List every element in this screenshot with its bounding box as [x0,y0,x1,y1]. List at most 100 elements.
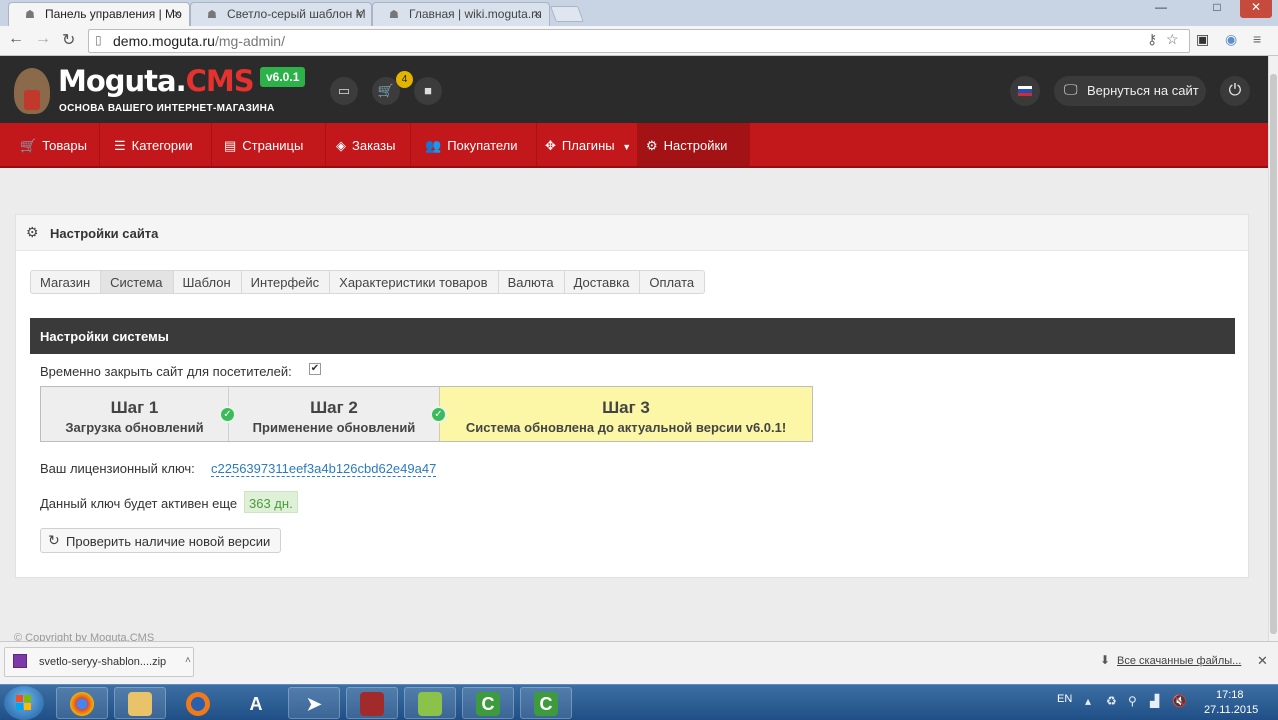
clock-time[interactable]: 17:18 [1216,689,1244,701]
tab-close-icon[interactable]: × [173,6,181,21]
nav-label: Категории [131,138,193,153]
browser-tab-template[interactable]: ☗ Светло-серый шаблон М × [190,2,372,26]
nav-label: Заказы [352,138,396,153]
nav-item-pages[interactable]: ▤ Страницы [212,123,326,166]
caret-down-icon: ▼ [622,142,632,152]
back-icon[interactable]: ← [8,30,24,48]
taskbar-firefox[interactable] [172,687,224,719]
tab-close-icon[interactable]: × [533,6,541,21]
close-window-icon[interactable]: ✕ [1240,0,1272,18]
admin-header: Moguta.CMS ОСНОВА ВАШЕГО ИНТЕРНЕТ-МАГАЗИ… [0,56,1268,123]
menu-icon[interactable]: ≡ [1253,31,1261,47]
tab-shop[interactable]: Магазин [31,271,102,293]
step-3: Шаг 3 Система обновлена до актуальной ве… [439,387,812,441]
return-to-site-button[interactable]: 🖵 Вернуться на сайт [1054,76,1206,106]
check-update-button[interactable]: ↻ Проверить наличие новой версии [40,528,282,553]
logout-power-icon[interactable]: ⏻ [1220,76,1250,106]
taskbar-font-app[interactable]: A [230,687,282,719]
tab-delivery[interactable]: Доставка [565,271,641,293]
nav-item-orders[interactable]: ◈ Заказы [326,123,411,166]
all-downloads-link[interactable]: Все скачанные файлы... [1117,655,1241,667]
network-icon[interactable]: ▟ [1150,694,1159,708]
gears-icon: ⚙ [646,138,658,153]
step-title: Шаг 3 [602,398,650,417]
taskbar-chrome[interactable] [56,687,108,719]
chat-icon[interactable]: ■ [414,77,442,105]
update-steps: Шаг 1 Загрузка обновлений ✓ Шаг 2 Примен… [40,386,813,442]
nav-item-customers[interactable]: 👥 Покупатели [411,123,537,166]
tab-template[interactable]: Шаблон [174,271,242,293]
address-toolbar: ← → ↻ ▯ demo.moguta.ru/mg-admin/ ⚷ ☆ ▣ ◉… [0,26,1278,56]
star-icon[interactable]: ☆ [1166,31,1179,48]
new-tab-button[interactable] [550,6,584,22]
url-path: /mg-admin/ [214,33,285,49]
folder-icon [128,692,152,716]
pointer-icon: ➤ [306,694,322,714]
downloads-bar: svetlo-seryy-shablon....zip ˄ ⬇ Все скач… [0,641,1278,684]
taskbar-camtasia-2[interactable]: C [520,687,572,719]
camtasia-icon: C [476,692,500,716]
download-item[interactable]: svetlo-seryy-shablon....zip ˄ [4,647,194,677]
firefox-icon [186,692,210,716]
taskbar-winrar[interactable] [346,687,398,719]
return-label: Вернуться на сайт [1087,83,1199,98]
chevron-up-icon[interactable]: ˄ [185,655,191,666]
tray-device-icon[interactable]: ⚲ [1128,694,1137,708]
chrome-icon [70,692,94,716]
download-arrow-icon: ⬇ [1100,653,1111,667]
tab-product-properties[interactable]: Характеристики товаров [330,271,499,293]
tray-arrow-icon[interactable]: ▴ [1085,694,1091,708]
language-indicator[interactable]: EN [1057,693,1072,705]
settings-panel: ⚙ Настройки сайта Магазин Система Шаблон… [15,214,1249,578]
key-icon[interactable]: ⚷ [1147,31,1157,48]
users-icon: 👥 [425,138,442,153]
nav-item-plugins[interactable]: ✥ Плагины ▼ [537,123,638,166]
license-key-link[interactable]: c2256397311eef3a4b126cbd62e49a47 [211,461,437,477]
check-icon: ✓ [430,406,447,423]
extension-icon[interactable]: ▣ [1196,31,1209,48]
reload-icon[interactable]: ↻ [62,30,75,50]
maximize-icon[interactable]: □ [1206,0,1228,18]
nav-item-settings[interactable]: ⚙ Настройки [638,123,750,166]
tab-interface[interactable]: Интерфейс [242,271,331,293]
start-button[interactable] [4,686,44,720]
russia-flag-icon [1018,86,1032,96]
close-downloads-icon[interactable]: ✕ [1257,653,1268,669]
taskbar-camtasia-1[interactable]: C [462,687,514,719]
forward-icon[interactable]: → [35,30,51,48]
scrollbar-thumb[interactable] [1270,74,1277,634]
language-button[interactable] [1010,76,1040,106]
eye-extension-icon[interactable]: ◉ [1225,31,1237,48]
check-icon: ✓ [219,406,236,423]
close-site-checkbox[interactable]: ✔ [309,363,321,375]
taskbar-explorer[interactable] [114,687,166,719]
url-host: demo.moguta.ru [113,33,215,49]
browser-tab-wiki[interactable]: ☗ Главная | wiki.moguta.ru × [372,2,550,26]
clock-date[interactable]: 27.11.2015 [1204,704,1258,716]
tab-close-icon[interactable]: × [355,6,363,21]
page-scrollbar[interactable] [1268,56,1278,641]
nav-label: Плагины [561,138,615,153]
system-settings-title: Настройки системы [40,329,169,344]
favicon-icon: ☗ [25,9,35,21]
volume-icon[interactable]: 🔇 [1172,694,1187,708]
logo[interactable]: Moguta.CMS [58,64,255,98]
main-nav: 🛒 Товары ☰ Категории ▤ Страницы ◈ Заказы 👥 По… [0,123,1268,168]
tray-app-icon[interactable]: ♻ [1106,694,1117,708]
nav-item-products[interactable]: 🛒 Товары [0,123,100,166]
gears-icon: ⚙ [26,224,39,240]
cart-icon: 🛒 [20,138,37,153]
minimize-icon[interactable]: — [1150,0,1172,18]
url-input[interactable]: ▯ demo.moguta.ru/mg-admin/ [88,29,1190,53]
taskbar-cursor-app[interactable]: ➤ [288,687,340,719]
tab-currency[interactable]: Валюта [499,271,565,293]
monitor-icon[interactable]: ▭ [330,77,358,105]
nav-item-categories[interactable]: ☰ Категории [100,123,212,166]
check-update-label: Проверить наличие новой версии [66,534,271,549]
tab-system[interactable]: Система [101,271,174,293]
logo-tagline: ОСНОВА ВАШЕГО ИНТЕРНЕТ-МАГАЗИНА [59,103,275,114]
taskbar-notepad[interactable] [404,687,456,719]
browser-tab-admin[interactable]: ☗ Панель управления | Мо × [8,2,190,26]
page-icon: ▤ [224,138,237,153]
tab-payment[interactable]: Оплата [640,271,704,293]
